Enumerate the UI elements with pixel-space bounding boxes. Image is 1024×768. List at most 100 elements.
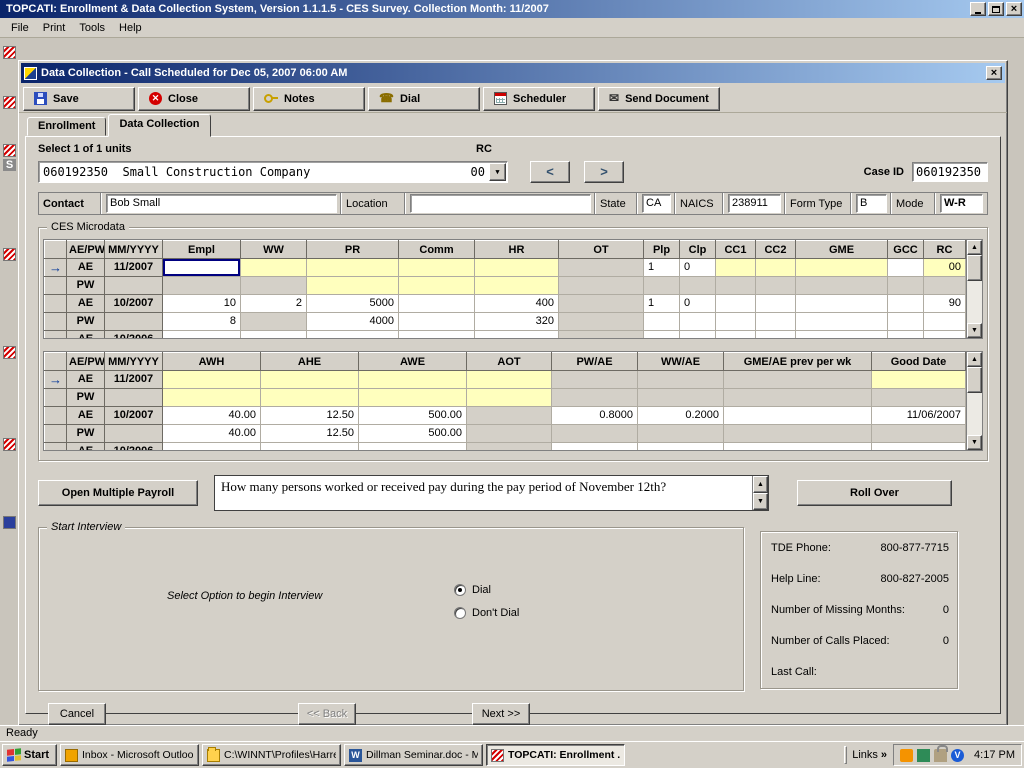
grid-cell[interactable]	[716, 277, 756, 295]
grid-cell[interactable]: 90	[924, 295, 966, 313]
grid-cell[interactable]	[638, 443, 724, 451]
grid-cell[interactable]	[724, 425, 872, 443]
grid-cell[interactable]	[872, 371, 966, 389]
toolbar-grip[interactable]	[844, 746, 847, 764]
grid-cell[interactable]	[680, 277, 716, 295]
dont-dial-radio[interactable]	[454, 607, 466, 619]
scheduler-button[interactable]: Scheduler	[483, 87, 595, 111]
grid-cell[interactable]	[888, 313, 924, 331]
grid-cell[interactable]	[475, 259, 559, 277]
scrollbar-thumb[interactable]	[967, 255, 982, 281]
grid-cell[interactable]	[552, 443, 638, 451]
grid-cell[interactable]: 500.00	[359, 407, 467, 425]
open-multiple-payroll-button[interactable]: Open Multiple Payroll	[38, 480, 198, 506]
grid-cell[interactable]	[888, 295, 924, 313]
scroll-up-button[interactable]: ▲	[967, 352, 982, 367]
back-button[interactable]: << Back	[298, 703, 356, 725]
grid-cell[interactable]	[467, 425, 552, 443]
menu-file[interactable]: File	[4, 20, 36, 36]
grid-cell[interactable]	[307, 277, 399, 295]
taskbar-task-topcati[interactable]: TOPCATI: Enrollment ...	[486, 744, 625, 766]
antivirus-icon[interactable]	[951, 749, 964, 762]
grid-cell[interactable]	[475, 277, 559, 295]
close-toolbar-button[interactable]: ✕ Close	[138, 87, 250, 111]
grid-cell[interactable]	[756, 295, 796, 313]
lock-icon[interactable]	[934, 749, 947, 762]
grid-cell[interactable]: 40.00	[163, 407, 261, 425]
grid-cell[interactable]	[163, 371, 261, 389]
grid-cell[interactable]	[716, 295, 756, 313]
grid-cell[interactable]	[872, 425, 966, 443]
grid-cell[interactable]	[241, 259, 307, 277]
next-button[interactable]: Next >>	[472, 703, 530, 725]
combobox-dropdown-button[interactable]: ▼	[489, 163, 506, 181]
grid-cell[interactable]	[475, 331, 559, 339]
grid-cell[interactable]	[724, 443, 872, 451]
grid-cell[interactable]	[261, 443, 359, 451]
grid-cell[interactable]	[638, 425, 724, 443]
grid-cell[interactable]	[756, 277, 796, 295]
taskbar-task-explorer[interactable]: C:\WINNT\Profiles\Harre...	[202, 744, 341, 766]
grid-cell[interactable]	[638, 371, 724, 389]
scrollbar-thumb[interactable]	[967, 367, 982, 393]
tab-enrollment[interactable]: Enrollment	[27, 117, 106, 136]
grid-cell[interactable]	[559, 295, 644, 313]
grid-cell[interactable]	[924, 277, 966, 295]
scroll-down-button[interactable]: ▼	[967, 435, 982, 450]
grid-cell[interactable]: 4000	[307, 313, 399, 331]
grid-cell[interactable]	[467, 443, 552, 451]
grid-cell[interactable]	[724, 407, 872, 425]
grid-cell[interactable]: 10	[163, 295, 241, 313]
grid-cell[interactable]	[644, 331, 680, 339]
grid-cell[interactable]	[716, 259, 756, 277]
chevron-icon[interactable]: »	[881, 749, 887, 761]
grid-cell[interactable]: 0	[680, 295, 716, 313]
grid-cell[interactable]	[796, 259, 888, 277]
scrollbar-track[interactable]	[967, 367, 982, 435]
grid-cell[interactable]: 0	[680, 259, 716, 277]
grid-cell[interactable]	[559, 331, 644, 339]
dialog-close-button[interactable]: ×	[986, 66, 1002, 80]
vertical-scrollbar[interactable]: ▲ ▼	[966, 352, 982, 450]
grid-cell[interactable]: 11/06/2007	[872, 407, 966, 425]
question-scroll-down-button[interactable]: ▼	[753, 493, 768, 510]
grid-cell[interactable]	[399, 295, 475, 313]
grid-cell[interactable]	[261, 389, 359, 407]
grid-cell[interactable]	[756, 259, 796, 277]
minimize-button[interactable]	[970, 2, 986, 16]
grid-cell[interactable]	[638, 389, 724, 407]
grid-cell[interactable]: 320	[475, 313, 559, 331]
menu-tools[interactable]: Tools	[72, 20, 112, 36]
grid-cell[interactable]	[680, 313, 716, 331]
grid-cell[interactable]	[796, 313, 888, 331]
grid-cell[interactable]	[559, 277, 644, 295]
grid-cell[interactable]	[724, 371, 872, 389]
grid-cell[interactable]	[872, 389, 966, 407]
grid-cell[interactable]	[644, 277, 680, 295]
grid-cell[interactable]	[888, 259, 924, 277]
grid-cell[interactable]	[359, 389, 467, 407]
grid-cell[interactable]: 0.8000	[552, 407, 638, 425]
grid-cell[interactable]	[680, 331, 716, 339]
cancel-button[interactable]: Cancel	[48, 703, 106, 725]
taskbar-task-outlook[interactable]: Inbox - Microsoft Outlook	[60, 744, 199, 766]
dont-dial-option[interactable]: Don't Dial	[454, 607, 519, 619]
grid-cell[interactable]	[163, 277, 241, 295]
scroll-up-button[interactable]: ▲	[967, 240, 982, 255]
grid-cell[interactable]: 5000	[307, 295, 399, 313]
grid-cell[interactable]: 500.00	[359, 425, 467, 443]
grid-cell[interactable]	[359, 443, 467, 451]
question-scroll-up-button[interactable]: ▲	[753, 476, 768, 493]
grid-cell[interactable]: 400	[475, 295, 559, 313]
grid-cell[interactable]	[644, 313, 680, 331]
grid-cell[interactable]: 8	[163, 313, 241, 331]
menu-print[interactable]: Print	[36, 20, 73, 36]
grid-cell[interactable]	[163, 259, 241, 277]
grid-cell[interactable]	[559, 313, 644, 331]
tray-icon[interactable]	[900, 749, 913, 762]
maximize-button[interactable]	[988, 2, 1004, 16]
grid-cell[interactable]	[796, 277, 888, 295]
grid-cell[interactable]: 1	[644, 259, 680, 277]
tray-icon[interactable]	[917, 749, 930, 762]
grid-cell[interactable]	[467, 371, 552, 389]
